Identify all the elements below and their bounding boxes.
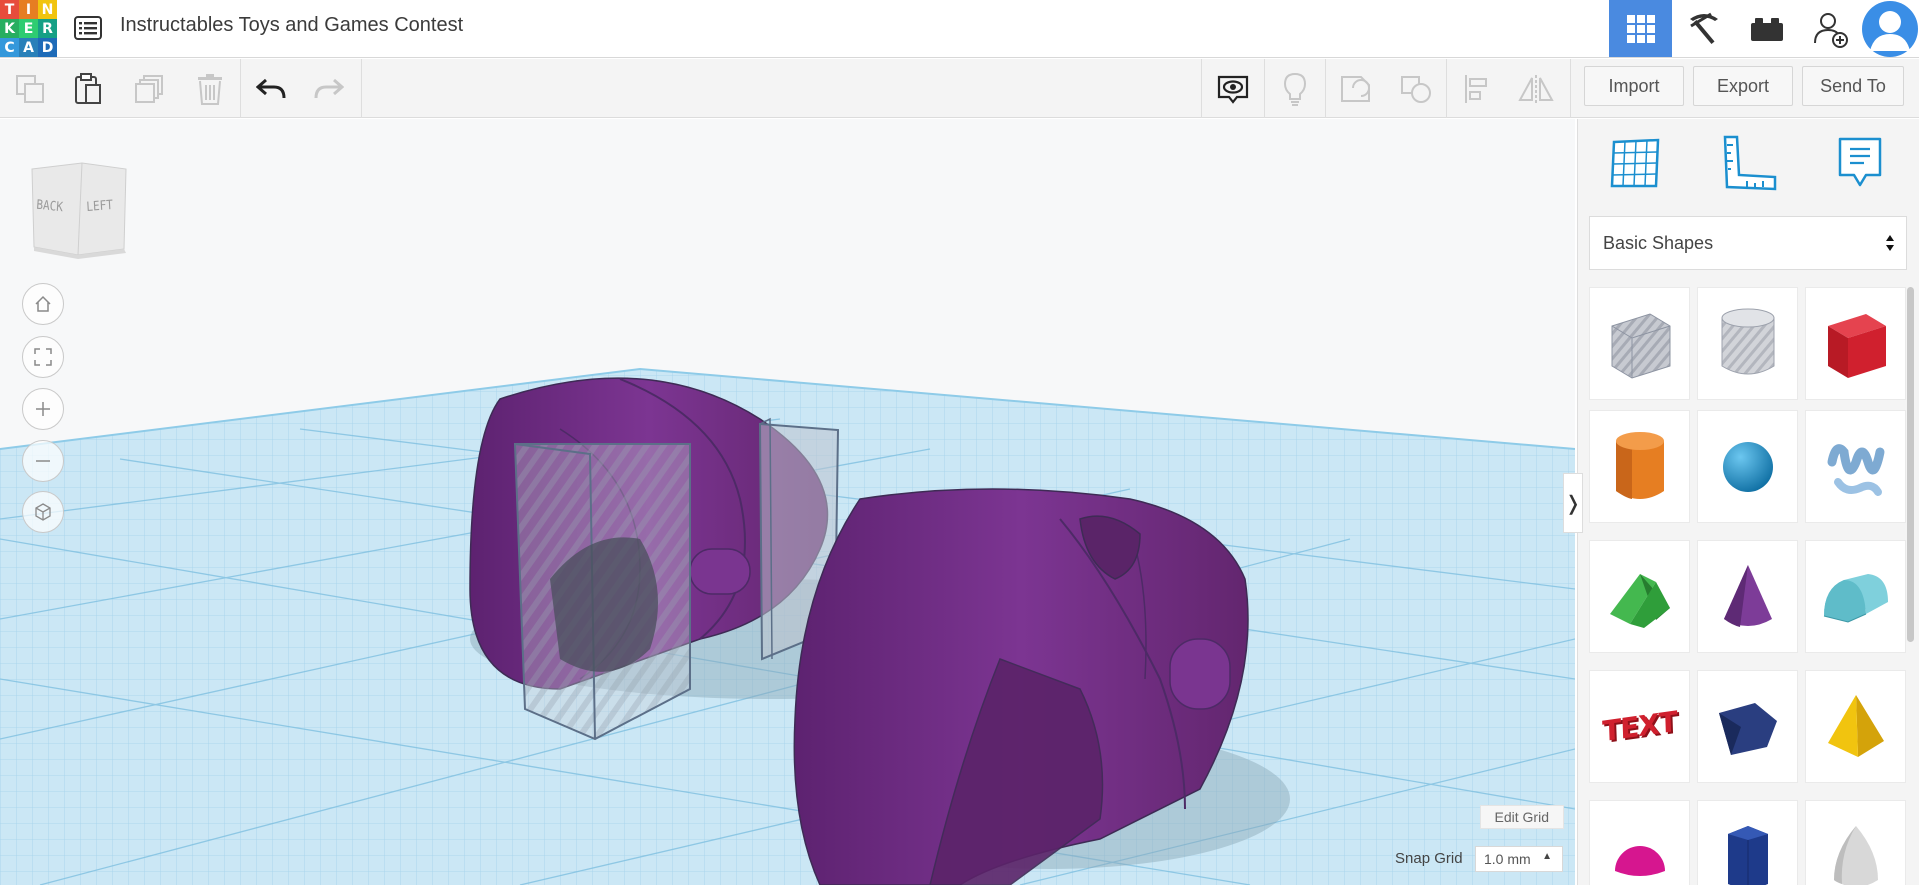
group-icon[interactable]	[1326, 59, 1386, 118]
logo-letter: E	[19, 19, 38, 38]
viewcube-left-label: LEFT	[85, 197, 114, 216]
shape-text[interactable]: TEXT	[1589, 670, 1690, 783]
shape-library-select[interactable]: Basic Shapes	[1589, 216, 1907, 270]
workplane-scene[interactable]	[0, 119, 1575, 885]
design-list-icon[interactable]	[72, 12, 104, 44]
notes-bulb-icon[interactable]	[1265, 59, 1325, 118]
logo-letter: D	[38, 38, 57, 57]
shape-cone[interactable]	[1697, 540, 1798, 653]
shape-cylinder-hole[interactable]	[1697, 287, 1798, 400]
perspective-icon[interactable]	[22, 491, 64, 533]
send-to-button[interactable]: Send To	[1802, 66, 1904, 106]
shape-round-roof[interactable]	[1805, 540, 1906, 653]
logo-letter: C	[0, 38, 19, 57]
viewcube-back-label: BACK	[35, 197, 64, 216]
fit-view-icon[interactable]	[22, 336, 64, 378]
snap-grid-select[interactable]: 1.0 mm ▲	[1475, 846, 1563, 872]
copy-icon[interactable]	[0, 59, 60, 118]
delete-icon[interactable]	[180, 59, 240, 118]
mirror-icon[interactable]	[1506, 59, 1566, 118]
chevron-right-icon: ❭	[1564, 492, 1582, 515]
show-all-icon[interactable]	[1203, 59, 1263, 118]
logo-letter: T	[0, 0, 19, 19]
view-cube[interactable]: BACK LEFT	[28, 159, 128, 259]
user-avatar-icon[interactable]	[1861, 0, 1919, 57]
design-title[interactable]: Instructables Toys and Games Contest	[120, 14, 463, 37]
select-arrows-icon	[1885, 233, 1895, 258]
shapes-panel: Basic Shapes TEXT	[1577, 119, 1919, 885]
shape-pyramid[interactable]	[1805, 670, 1906, 783]
ruler-icon[interactable]	[1719, 133, 1779, 193]
zoom-out-icon[interactable]	[22, 440, 64, 482]
shapes-scrollbar[interactable]	[1907, 287, 1914, 642]
zoom-in-icon[interactable]	[22, 388, 64, 430]
shape-scribble[interactable]	[1805, 410, 1906, 523]
undo-icon[interactable]	[241, 59, 301, 118]
logo-letter: N	[38, 0, 57, 19]
logo-letter: I	[19, 0, 38, 19]
home-view-icon[interactable]	[22, 283, 64, 325]
shape-sphere[interactable]	[1697, 410, 1798, 523]
workplane-viewport[interactable]: BACK LEFT Edit Grid Snap Grid 1.0 mm ▲	[0, 119, 1575, 885]
text-shape-label: TEXT	[1601, 704, 1678, 749]
collapse-panel-button[interactable]: ❭	[1563, 473, 1583, 533]
edit-grid-button[interactable]: Edit Grid	[1479, 805, 1564, 829]
grid-view-icon[interactable]	[1609, 0, 1672, 57]
caret-up-icon: ▲	[1542, 851, 1552, 862]
paste-icon[interactable]	[58, 59, 118, 118]
ungroup-icon[interactable]	[1386, 59, 1446, 118]
logo-letter: R	[38, 19, 57, 38]
import-button[interactable]: Import	[1584, 66, 1684, 106]
pickaxe-icon[interactable]	[1672, 0, 1735, 57]
logo-letter: A	[19, 38, 38, 57]
shape-polygon[interactable]	[1697, 800, 1798, 885]
shape-grid: TEXT	[1589, 287, 1907, 885]
shape-half-sphere[interactable]	[1589, 800, 1690, 885]
duplicate-icon[interactable]	[120, 59, 180, 118]
shape-wedge[interactable]	[1697, 670, 1798, 783]
redo-icon[interactable]	[299, 59, 359, 118]
shape-library-value: Basic Shapes	[1603, 232, 1714, 253]
add-user-icon[interactable]	[1798, 0, 1861, 57]
snap-grid-label: Snap Grid	[1395, 850, 1463, 867]
snap-grid-value: 1.0 mm	[1484, 851, 1531, 867]
shape-box-hole[interactable]	[1589, 287, 1690, 400]
shape-paraboloid[interactable]	[1805, 800, 1906, 885]
top-header: TINKERCAD Instructables Toys and Games C…	[0, 0, 1919, 58]
notes-icon[interactable]	[1830, 133, 1890, 193]
shape-cylinder[interactable]	[1589, 410, 1690, 523]
export-button[interactable]: Export	[1693, 66, 1793, 106]
tinkercad-logo[interactable]: TINKERCAD	[0, 0, 57, 57]
workplane-grid-icon[interactable]	[1605, 133, 1665, 193]
logo-letter: K	[0, 19, 19, 38]
shape-roof[interactable]	[1589, 540, 1690, 653]
shape-box[interactable]	[1805, 287, 1906, 400]
align-icon[interactable]	[1447, 59, 1507, 118]
edit-toolbar: Import Export Send To	[0, 59, 1919, 118]
bricks-icon[interactable]	[1735, 0, 1798, 57]
